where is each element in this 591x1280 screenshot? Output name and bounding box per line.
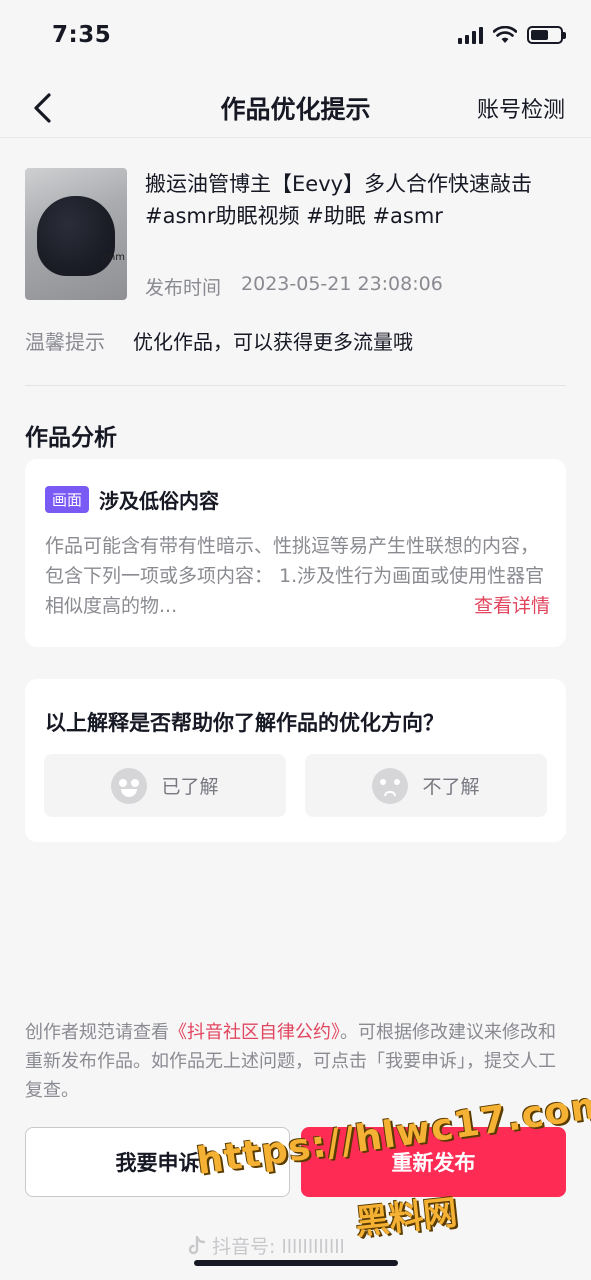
issue-title: 涉及低俗内容 [99, 489, 220, 513]
work-title: 搬运油管博主【Eevy】多人合作快速敲击#asmr助眠视频 #助眠 #asmr [145, 172, 533, 228]
analysis-card: 画面 涉及低俗内容 作品可能含有带有性暗示、性挑逗等易产生性联想的内容，包含下列… [25, 459, 566, 647]
divider [25, 385, 566, 386]
feedback-question: 以上解释是否帮助你了解作品的优化方向？ [45, 711, 444, 735]
battery-icon [527, 26, 566, 44]
happy-face-icon [111, 767, 148, 804]
publish-time: 2023-05-21 23:08:06 [241, 273, 443, 295]
tip-value: 优化作品，可以获得更多流量哦 [133, 330, 413, 354]
publish-label: 发布时间 [145, 277, 222, 299]
thumbnail-text: ohm [102, 252, 125, 263]
footer-note-prefix: 创作者规范请查看 [25, 1022, 169, 1043]
wifi-icon [493, 26, 517, 43]
signal-icon [458, 26, 483, 44]
view-details-link[interactable]: 查看详情 [465, 591, 550, 621]
douyin-id: 抖音号: llllllllllll [212, 1236, 345, 1258]
issue-tag: 画面 [45, 486, 90, 513]
status-bar: 7:35 [0, 0, 591, 76]
douyin-watermark: 抖音号: llllllllllll [188, 1232, 345, 1259]
tip-label: 温馨提示 [25, 330, 105, 354]
feedback-card: 以上解释是否帮助你了解作品的优化方向？ 已了解 不了解 [25, 679, 566, 842]
nav-bar: 作品优化提示 账号检测 [0, 76, 591, 138]
work-thumbnail[interactable]: ohm [25, 168, 127, 300]
not-understood-label: 不了解 [422, 776, 480, 798]
understood-button[interactable]: 已了解 [44, 754, 286, 817]
account-check-button[interactable]: 账号检测 [477, 92, 565, 124]
issue-description: 作品可能含有带有性暗示、性挑逗等易产生性联想的内容，包含下列一项或多项内容： 1… [45, 531, 550, 621]
community-convention-link[interactable]: 《抖音社区自律公约》 [169, 1022, 340, 1043]
work-publish-meta: 发布时间 2023-05-21 23:08:06 [145, 273, 443, 300]
douyin-logo-icon [188, 1235, 206, 1254]
status-icons [458, 26, 566, 44]
issue-header: 画面 涉及低俗内容 [45, 485, 219, 514]
thumbnail-object [37, 196, 115, 276]
understood-label: 已了解 [161, 776, 219, 798]
tip-row: 温馨提示 优化作品，可以获得更多流量哦 [25, 326, 413, 355]
home-indicator[interactable] [194, 1260, 398, 1266]
status-time: 7:35 [52, 22, 112, 48]
footer-note: 创作者规范请查看《抖音社区自律公约》。可根据修改建议来修改和重新发布作品。如作品… [25, 1018, 566, 1105]
work-info: ohm 搬运油管博主【Eevy】多人合作快速敲击#asmr助眠视频 #助眠 #a… [25, 166, 566, 301]
analysis-section-title: 作品分析 [25, 425, 117, 451]
watermark-cn: 黑料网 [353, 1192, 460, 1244]
sad-face-icon [372, 767, 409, 804]
not-understood-button[interactable]: 不了解 [305, 754, 547, 817]
